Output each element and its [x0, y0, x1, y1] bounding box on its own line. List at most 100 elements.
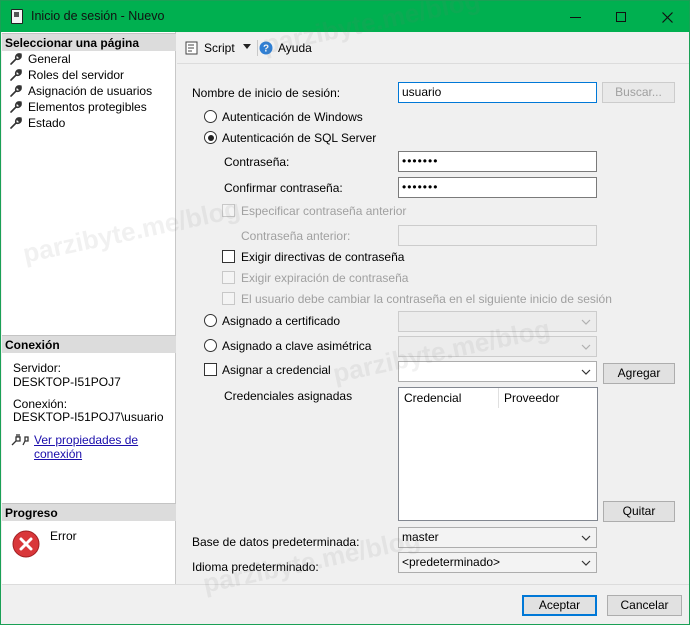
specify-old-password-checkbox[interactable]	[222, 204, 235, 217]
general-page-form: Nombre de inicio de sesión: usuario Busc…	[177, 65, 689, 584]
chevron-down-icon	[581, 560, 591, 566]
default-lang-value: <predeterminado>	[402, 555, 501, 569]
sql-auth-label: Autenticación de SQL Server	[222, 131, 377, 145]
connection-value: DESKTOP-I51POJ7\usuario	[13, 410, 164, 424]
enforce-expiration-label: Exigir expiración de contraseña	[241, 271, 409, 285]
sidebar-item-label: Roles del servidor	[28, 68, 125, 82]
server-label: Servidor:	[13, 361, 62, 375]
server-value: DESKTOP-I51POJ7	[13, 375, 121, 389]
asym-key-select[interactable]	[398, 336, 597, 357]
mapped-cert-radio[interactable]	[204, 314, 217, 327]
chevron-down-icon	[581, 344, 591, 350]
view-connection-properties-link[interactable]: Ver propiedades de conexión	[34, 433, 175, 461]
enforce-expiration-checkbox[interactable]	[222, 271, 235, 284]
login-name-input[interactable]: usuario	[398, 82, 597, 103]
script-label: Script	[204, 41, 235, 55]
default-lang-label: Idioma predeterminado:	[192, 560, 319, 574]
map-credential-checkbox[interactable]	[204, 363, 217, 376]
sidebar-item-server-roles[interactable]: Roles del servidor	[9, 67, 124, 83]
dialog-footer: Aceptar Cancelar	[2, 584, 689, 624]
sql-auth-radio[interactable]	[204, 131, 217, 144]
chevron-down-icon	[581, 369, 591, 375]
windows-auth-label: Autenticación de Windows	[222, 110, 363, 124]
grid-column-header[interactable]: Credencial	[404, 391, 461, 405]
toolbar: Script ? Ayuda	[177, 32, 689, 64]
help-button[interactable]: ? Ayuda	[259, 41, 312, 55]
title-bar[interactable]: Inicio de sesión - Nuevo	[1, 1, 689, 32]
wrench-icon	[10, 85, 22, 97]
error-icon	[12, 530, 40, 558]
sidebar-item-general[interactable]: General	[9, 51, 71, 67]
enforce-policy-label: Exigir directivas de contraseña	[241, 250, 405, 264]
specify-old-password-label: Especificar contraseña anterior	[241, 204, 407, 218]
mapped-asym-key-label: Asignado a clave asimétrica	[222, 339, 372, 353]
script-button[interactable]: Script	[185, 41, 235, 55]
sidebar-item-label: Elementos protegibles	[28, 100, 147, 114]
default-db-select[interactable]: master	[398, 527, 597, 548]
wrench-icon	[10, 53, 22, 65]
select-page-header: Seleccionar una página	[2, 33, 176, 51]
minimize-icon	[569, 16, 581, 18]
sidebar-item-label: Estado	[28, 116, 66, 130]
windows-auth-radio[interactable]	[204, 110, 217, 123]
search-button[interactable]: Buscar...	[602, 82, 675, 103]
help-icon: ?	[259, 41, 273, 55]
login-name-label: Nombre de inicio de sesión:	[192, 86, 341, 100]
default-lang-select[interactable]: <predeterminado>	[398, 552, 597, 573]
login-dialog-window: Inicio de sesión - Nuevo Seleccionar una…	[0, 0, 690, 625]
mapped-asym-key-radio[interactable]	[204, 339, 217, 352]
app-icon	[11, 9, 23, 24]
connection-header: Conexión	[2, 335, 176, 353]
svg-text:?: ?	[263, 44, 269, 55]
sidebar-item-status[interactable]: Estado	[9, 115, 65, 131]
confirm-password-label: Confirmar contraseña:	[224, 181, 343, 195]
assigned-credentials-label: Credenciales asignadas	[224, 389, 353, 403]
cancel-button[interactable]: Cancelar	[607, 595, 682, 616]
remove-button[interactable]: Quitar	[603, 501, 675, 522]
old-password-input[interactable]	[398, 225, 597, 246]
ok-button[interactable]: Aceptar	[522, 595, 597, 616]
script-icon	[185, 41, 198, 55]
progress-status: Error	[50, 529, 77, 543]
sidebar-item-label: Asignación de usuarios	[28, 84, 153, 98]
confirm-password-input[interactable]: •••••••	[398, 177, 597, 198]
enforce-policy-checkbox[interactable]	[222, 250, 235, 263]
sidebar-item-label: General	[28, 52, 71, 66]
toolbar-separator	[257, 40, 258, 56]
close-button[interactable]	[644, 1, 689, 32]
wrench-icon	[10, 117, 22, 129]
chevron-down-icon	[581, 319, 591, 325]
maximize-button[interactable]	[598, 1, 644, 32]
left-pane: Seleccionar una página General Roles del…	[2, 32, 176, 584]
map-credential-label: Asignar a credencial	[222, 363, 331, 377]
credentials-grid[interactable]: Credencial Proveedor	[398, 387, 598, 521]
grid-column-header[interactable]: Proveedor	[504, 391, 559, 405]
grid-column-divider	[498, 388, 499, 408]
progress-header: Progreso	[2, 503, 176, 521]
maximize-icon	[616, 12, 626, 23]
password-input[interactable]: •••••••	[398, 151, 597, 172]
must-change-checkbox[interactable]	[222, 292, 235, 305]
minimize-button[interactable]	[552, 1, 598, 32]
mapped-cert-label: Asignado a certificado	[222, 314, 341, 328]
password-label: Contraseña:	[224, 155, 290, 169]
close-icon	[661, 11, 673, 23]
wrench-icon	[10, 69, 22, 81]
must-change-label: El usuario debe cambiar la contraseña en…	[241, 292, 612, 306]
plug-icon	[11, 434, 29, 446]
old-password-label: Contraseña anterior:	[241, 229, 351, 243]
chevron-down-icon	[581, 535, 591, 541]
sidebar-item-securables[interactable]: Elementos protegibles	[9, 99, 147, 115]
script-dropdown[interactable]	[243, 44, 251, 50]
credential-select[interactable]	[398, 361, 597, 382]
window-title: Inicio de sesión - Nuevo	[31, 9, 165, 23]
sidebar-item-user-mapping[interactable]: Asignación de usuarios	[9, 83, 152, 99]
default-db-value: master	[402, 530, 439, 544]
certificate-select[interactable]	[398, 311, 597, 332]
wrench-icon	[10, 101, 22, 113]
chevron-down-icon	[243, 44, 251, 49]
help-label: Ayuda	[278, 41, 312, 55]
connection-label: Conexión:	[13, 397, 68, 411]
add-button[interactable]: Agregar	[603, 363, 675, 384]
default-db-label: Base de datos predeterminada:	[192, 535, 360, 549]
